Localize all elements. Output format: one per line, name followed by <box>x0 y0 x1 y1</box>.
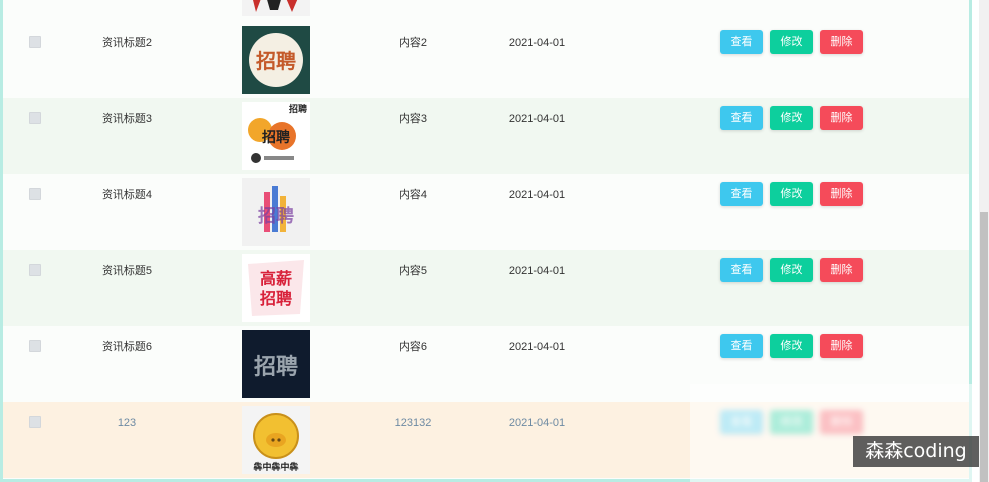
row-checkbox[interactable] <box>29 188 41 200</box>
row-checkbox[interactable] <box>29 112 41 124</box>
row-date: 2021-04-01 <box>508 341 566 353</box>
thumbnail-image: 犇中犇中犇 <box>242 406 310 474</box>
table-row: 资讯标题4 招聘 内容4 2021-04-01 查看 修改 删除 <box>3 174 969 250</box>
table-row: 资讯标题5 高薪 招聘 内容5 2021-04-01 查看 修改 删除 <box>3 250 969 326</box>
scrollbar-thumb[interactable] <box>980 212 988 482</box>
news-thumbnail: 高薪 招聘 <box>242 254 310 322</box>
row-content: 内容4 <box>398 189 428 201</box>
row-checkbox[interactable] <box>29 36 41 48</box>
table-row-partial <box>3 0 969 22</box>
delete-button[interactable]: 删除 <box>820 106 863 130</box>
news-thumbnail: 招聘 招聘 <box>242 102 310 170</box>
svg-text:招聘: 招聘 <box>260 289 292 308</box>
row-content: 内容5 <box>398 265 428 277</box>
row-title: 资讯标题3 <box>101 113 153 125</box>
delete-button[interactable]: 删除 <box>820 182 863 206</box>
thumbnail-image: 招聘 招聘 <box>242 102 310 170</box>
row-title: 资讯标题2 <box>101 37 153 49</box>
svg-text:招聘: 招聘 <box>258 205 294 227</box>
blur-overlay <box>690 384 980 482</box>
news-thumbnail: 犇中犇中犇 <box>242 406 310 474</box>
view-button[interactable]: 查看 <box>720 334 763 358</box>
row-content: 内容2 <box>398 37 428 49</box>
row-title: 资讯标题5 <box>101 265 153 277</box>
svg-text:招聘: 招聘 <box>254 354 298 380</box>
delete-button[interactable]: 删除 <box>820 30 863 54</box>
view-button[interactable]: 查看 <box>720 182 763 206</box>
thumbnail-image: 招聘 <box>242 178 310 246</box>
row-checkbox[interactable] <box>29 340 41 352</box>
thumbnail-image: 招聘 <box>242 330 310 398</box>
table-row: 资讯标题3 招聘 招聘 内容3 2021-04-01 查看 修改 删除 <box>3 98 969 174</box>
svg-text:招聘: 招聘 <box>289 103 307 115</box>
thumbnail-image: 招聘 <box>242 26 310 94</box>
row-content: 内容6 <box>398 341 428 353</box>
row-title: 资讯标题6 <box>101 341 153 353</box>
edit-button[interactable]: 修改 <box>770 334 813 358</box>
row-date: 2021-04-01 <box>508 265 566 277</box>
svg-text:招聘: 招聘 <box>256 49 296 73</box>
delete-button[interactable]: 删除 <box>820 334 863 358</box>
view-button[interactable]: 查看 <box>720 106 763 130</box>
row-checkbox[interactable] <box>29 264 41 276</box>
edit-button[interactable]: 修改 <box>770 106 813 130</box>
row-date: 2021-04-01 <box>508 37 566 49</box>
news-thumbnail <box>242 0 310 16</box>
news-thumbnail: 招聘 <box>242 26 310 94</box>
delete-button[interactable]: 删除 <box>820 258 863 282</box>
row-checkbox[interactable] <box>29 416 41 428</box>
row-content: 内容3 <box>398 113 428 125</box>
edit-button[interactable]: 修改 <box>770 30 813 54</box>
watermark: 森森coding <box>853 436 979 467</box>
thumbnail-image: 高薪 招聘 <box>242 254 310 322</box>
edit-button[interactable]: 修改 <box>770 258 813 282</box>
view-button[interactable]: 查看 <box>720 30 763 54</box>
row-date: 2021-04-01 <box>508 189 566 201</box>
row-content: 123132 <box>394 417 432 429</box>
row-date: 2021-04-01 <box>508 113 566 125</box>
news-thumbnail: 招聘 <box>242 178 310 246</box>
svg-text:招聘: 招聘 <box>262 129 290 146</box>
row-title: 资讯标题4 <box>101 189 153 201</box>
edit-button[interactable]: 修改 <box>770 182 813 206</box>
row-title: 123 <box>117 417 137 429</box>
view-button[interactable]: 查看 <box>720 258 763 282</box>
thumbnail-image <box>242 0 310 16</box>
svg-text:高薪: 高薪 <box>260 269 292 288</box>
news-thumbnail: 招聘 <box>242 330 310 398</box>
table-row: 资讯标题2 招聘 内容2 2021-04-01 查看 修改 删除 <box>3 22 969 98</box>
vertical-scrollbar[interactable] <box>979 0 989 482</box>
row-date: 2021-04-01 <box>508 417 566 429</box>
svg-text:犇中犇中犇: 犇中犇中犇 <box>253 461 298 473</box>
